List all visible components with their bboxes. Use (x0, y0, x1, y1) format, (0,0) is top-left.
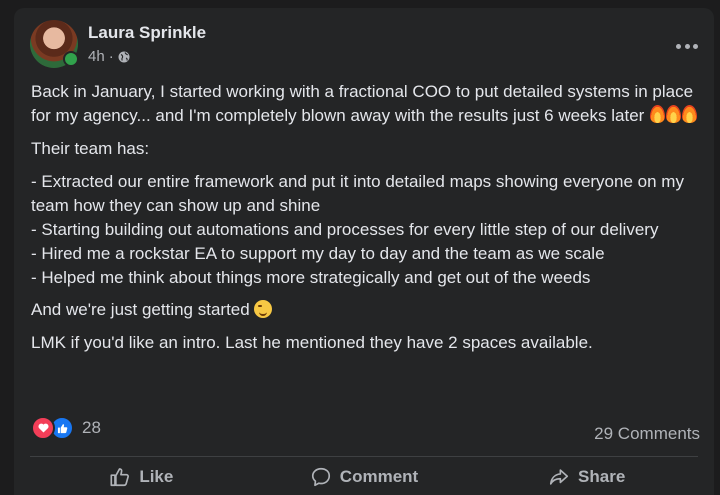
divider (30, 456, 698, 457)
list-item: - Helped me think about things more stra… (31, 268, 591, 287)
fire-emoji-icon (682, 105, 698, 123)
avatar[interactable] (30, 20, 79, 68)
thumbs-up-icon (110, 468, 130, 487)
author-name[interactable]: Laura Sprinkle (88, 23, 206, 43)
comment-icon (311, 467, 330, 487)
fire-emoji-icon (666, 105, 682, 123)
list-item: - Extracted our entire framework and put… (31, 172, 684, 215)
share-label: Share (578, 467, 626, 486)
post-text: Back in January, I started working with … (31, 80, 701, 364)
globe-icon[interactable] (118, 51, 130, 63)
online-status-icon (63, 51, 79, 67)
share-icon (549, 469, 569, 485)
action-bar: Like Comment Share (30, 459, 698, 495)
post-list: - Extracted our entire framework and put… (31, 170, 701, 290)
comment-button[interactable]: Comment (253, 459, 476, 495)
fire-emoji-icon (650, 105, 666, 123)
post-paragraph: Their team has: (31, 139, 150, 158)
reactions-summary[interactable]: 28 (31, 416, 101, 440)
reaction-count[interactable]: 28 (82, 418, 101, 438)
comment-label: Comment (339, 467, 419, 486)
post-paragraph: LMK if you'd like an intro. Last he ment… (31, 333, 593, 352)
like-button[interactable]: Like (30, 459, 253, 495)
share-button[interactable]: Share (475, 459, 698, 495)
more-icon[interactable] (676, 42, 698, 50)
post-paragraph: Back in January, I started working with … (31, 80, 701, 128)
post-time[interactable]: 4h (88, 48, 105, 65)
wink-emoji-icon (253, 300, 272, 318)
post-card: Laura Sprinkle 4h · Back in January, I s… (14, 8, 714, 495)
comments-count[interactable]: 29 Comments (594, 424, 700, 444)
post-header: Laura Sprinkle 4h · (30, 20, 698, 70)
meta-separator: · (108, 48, 114, 65)
like-label: Like (139, 467, 174, 486)
post-meta: 4h · (88, 48, 130, 65)
love-icon (31, 416, 55, 440)
list-item: - Starting building out automations and … (31, 220, 659, 239)
post-paragraph: And we're just getting started (31, 298, 701, 322)
list-item: - Hired me a rockstar EA to support my d… (31, 244, 605, 263)
